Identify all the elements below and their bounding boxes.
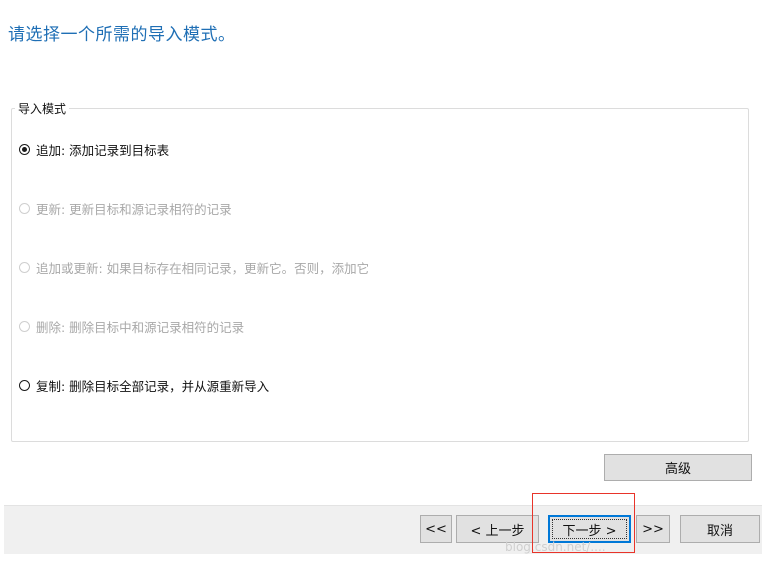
next-step-button-label: 下一步 > [562,523,617,539]
radio-button-delete [19,320,30,332]
last-step-button[interactable]: >> [636,515,670,543]
radio-button-update [19,202,30,214]
radio-button-append-or-update [19,261,30,273]
radio-option-append[interactable]: 追加: 添加记录到目标表 [19,139,169,159]
radio-option-update: 更新: 更新目标和源记录相符的记录 [19,198,232,218]
next-step-button[interactable]: 下一步 > [548,515,631,543]
first-step-button[interactable]: << [420,515,452,543]
radio-option-append-or-update: 追加或更新: 如果目标存在相同记录，更新它。否则，添加它 [19,257,369,277]
cancel-button[interactable]: 取消 [680,515,760,543]
advanced-button[interactable]: 高级 [604,454,752,481]
radio-label-append-or-update: 追加或更新: 如果目标存在相同记录，更新它。否则，添加它 [36,260,370,276]
import-wizard-page: 请选择一个所需的导入模式。 导入模式 追加: 添加记录到目标表 更新: 更新目标… [0,0,762,567]
import-mode-legend: 导入模式 [15,101,70,117]
radio-button-copy[interactable] [19,379,30,391]
radio-option-copy[interactable]: 复制: 删除目标全部记录，并从源重新导入 [19,375,269,395]
radio-label-delete: 删除: 删除目标中和源记录相符的记录 [36,319,245,335]
previous-step-button[interactable]: < 上一步 [456,515,539,543]
watermark: blog.csdn.net/.... [505,540,606,554]
radio-label-append: 追加: 添加记录到目标表 [36,142,170,158]
radio-label-copy: 复制: 删除目标全部记录，并从源重新导入 [36,378,270,394]
radio-button-append[interactable] [19,143,30,155]
radio-label-update: 更新: 更新目标和源记录相符的记录 [36,201,232,217]
instruction-text: 请选择一个所需的导入模式。 [8,25,236,45]
radio-option-delete: 删除: 删除目标中和源记录相符的记录 [19,316,244,336]
